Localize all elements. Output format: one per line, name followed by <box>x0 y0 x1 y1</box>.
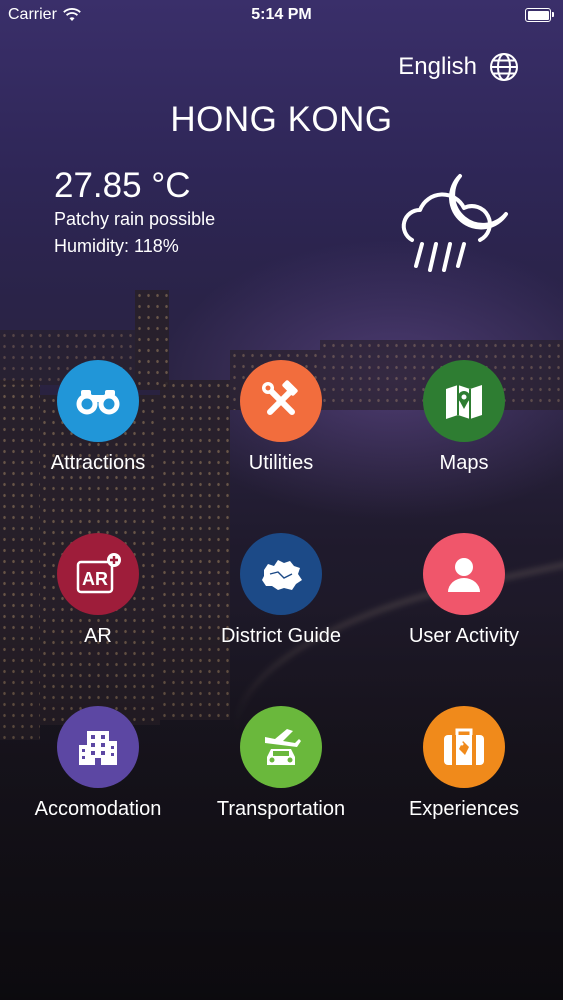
menu-maps[interactable]: Maps <box>374 360 554 475</box>
status-bar: Carrier 5:14 PM <box>0 0 563 30</box>
weather-condition: Patchy rain possible <box>54 209 216 229</box>
district-map-icon <box>240 533 322 615</box>
menu-label: Utilities <box>248 452 314 474</box>
tools-icon <box>240 360 322 442</box>
menu-label: District Guide <box>220 625 342 647</box>
menu-attractions[interactable]: Attractions <box>8 360 188 475</box>
menu-user-activity[interactable]: User Activity <box>374 533 554 648</box>
battery-icon <box>525 8 554 22</box>
user-icon <box>423 533 505 615</box>
suitcase-icon <box>423 706 505 788</box>
menu-accomodation[interactable]: Accomodation <box>8 706 188 821</box>
menu-label: User Activity <box>408 625 520 647</box>
language-label: English <box>398 53 477 80</box>
ar-icon: AR <box>57 533 139 615</box>
building-icon <box>57 706 139 788</box>
city-title: HONG KONG <box>170 100 393 139</box>
temperature: 27.85 °C <box>54 166 191 205</box>
menu-ar[interactable]: AR AR <box>8 533 188 648</box>
svg-text:AR: AR <box>82 569 108 589</box>
status-time: 5:14 PM <box>251 6 312 23</box>
menu-label: AR <box>84 625 112 647</box>
menu-label: Attractions <box>50 452 146 474</box>
menu-experiences[interactable]: Experiences <box>374 706 554 821</box>
menu-utilities[interactable]: Utilities <box>191 360 371 475</box>
menu-district-guide[interactable]: District Guide <box>191 533 371 648</box>
humidity: Humidity: 118% <box>54 236 179 256</box>
language-selector[interactable]: English <box>398 52 519 82</box>
background-image <box>0 0 563 1000</box>
globe-icon <box>490 53 518 81</box>
menu-label: Accomodation <box>34 798 162 820</box>
menu-label: Maps <box>439 452 489 474</box>
binoculars-icon <box>57 360 139 442</box>
menu-label: Experiences <box>408 798 520 820</box>
menu-label: Transportation <box>216 798 346 820</box>
rain-cloud-moon-icon <box>401 174 508 272</box>
map-icon <box>423 360 505 442</box>
menu-transportation[interactable]: Transportation <box>191 706 371 821</box>
plane-car-icon <box>240 706 322 788</box>
